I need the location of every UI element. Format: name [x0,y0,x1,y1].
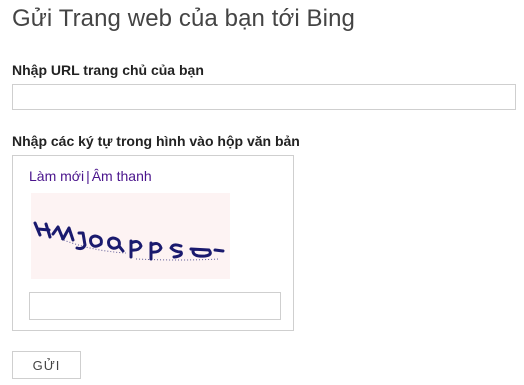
captcha-graphic [31,193,230,279]
url-label: Nhập URL trang chủ của bạn [12,62,204,78]
captcha-label: Nhập các ký tự trong hình vào hộp văn bả… [12,133,300,149]
url-input[interactable] [12,84,516,110]
captcha-image [31,193,230,279]
link-separator: | [86,168,90,184]
captcha-input[interactable] [29,292,281,320]
submit-button[interactable]: GỬI [12,351,81,379]
refresh-captcha-link[interactable]: Làm mới [29,168,84,184]
audio-captcha-link[interactable]: Âm thanh [92,168,152,184]
captcha-box: Làm mới | Âm thanh [12,155,294,331]
page-title: Gửi Trang web của bạn tới Bing [12,5,355,32]
captcha-links: Làm mới | Âm thanh [29,168,152,184]
